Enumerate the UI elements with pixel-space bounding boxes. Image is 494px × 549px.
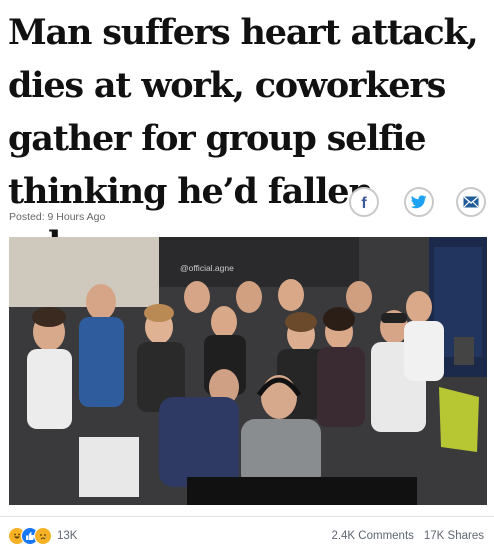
post-footer: 13K 2.4K Comments 17K Shares (0, 524, 494, 546)
reaction-summary[interactable]: 13K (8, 527, 77, 545)
facebook-icon: f (357, 194, 371, 210)
article-headline[interactable]: Man suffers heart attack, dies at work, … (8, 6, 486, 271)
post-stats: 2.4K Comments 17K Shares (331, 530, 484, 542)
reaction-count: 13K (57, 530, 78, 542)
comments-count-link[interactable]: 2.4K Comments (331, 530, 413, 542)
facebook-post: Man suffers heart attack, dies at work, … (0, 0, 494, 549)
photo-illustration (9, 237, 487, 505)
facebook-share-button[interactable]: f (349, 187, 379, 217)
footer-divider (0, 516, 494, 517)
email-share-button[interactable] (456, 187, 486, 217)
shares-count-link[interactable]: 17K Shares (424, 530, 484, 542)
twitter-icon (411, 195, 427, 209)
twitter-share-button[interactable] (404, 187, 434, 217)
envelope-icon (463, 196, 479, 208)
photo-watermark: @official.agne (180, 263, 234, 273)
sad-reaction-icon (34, 527, 52, 545)
posted-time: Posted: 9 Hours Ago (9, 211, 106, 223)
svg-text:f: f (361, 195, 367, 210)
group-selfie-photo[interactable]: @official.agne (9, 237, 487, 505)
